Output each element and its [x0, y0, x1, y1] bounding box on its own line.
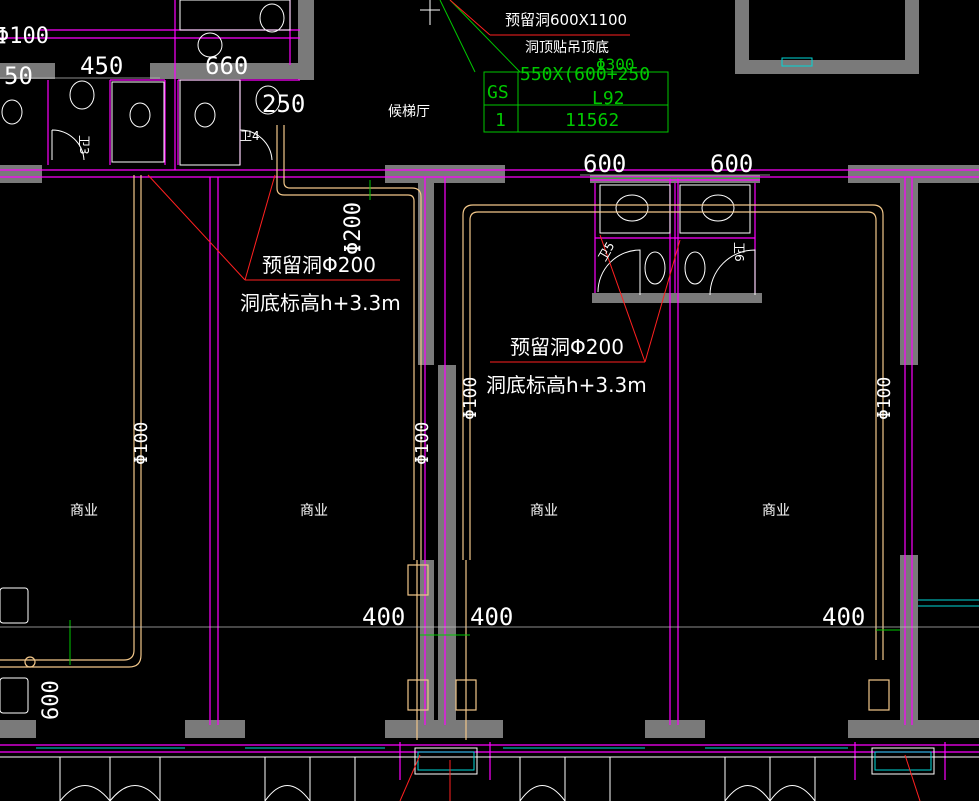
green-linework — [69, 0, 900, 665]
dim-400-a: 400 — [362, 603, 405, 631]
table-header-gs: GS — [487, 82, 509, 103]
note-reserved-hole-1: 预留洞Φ200 — [262, 253, 376, 277]
table-header-l92: L92 — [592, 88, 625, 109]
room-label-shop-1: 商业 — [70, 503, 98, 519]
dim-pipe-100-b: Φ100 — [412, 422, 433, 465]
room-label-toilet-5: 卫5 — [595, 239, 617, 263]
dim-600-right: 600 — [710, 150, 753, 178]
dim-660: 660 — [205, 52, 248, 80]
note-opening-top: 洞顶贴吊顶底 — [525, 40, 609, 56]
dim-pipe-200: Φ200 — [341, 202, 366, 255]
dim-top-left-pipe: Φ100 — [0, 24, 49, 49]
floor-plan-drawing: 商业 商业 商业 商业 候梯厅 卫3 卫4 卫5 卫6 Φ100 450 660… — [0, 0, 979, 801]
note-hole-elevation-1: 洞底标高h+3.3m — [240, 291, 401, 315]
dim-600-left: 600 — [583, 150, 626, 178]
note-hole-elevation-2: 洞底标高h+3.3m — [486, 373, 647, 397]
room-label-elevator-lobby: 候梯厅 — [388, 104, 430, 120]
storefront-doors — [0, 0, 979, 801]
room-label-shop-4: 商业 — [762, 503, 790, 519]
dim-400-c: 400 — [822, 603, 865, 631]
table-extra-dia: Φ300 — [596, 55, 635, 74]
room-label-toilet-4: 卫4 — [240, 129, 260, 143]
leader-lines — [147, 0, 921, 801]
room-label-shop-2: 商业 — [300, 503, 328, 519]
dim-pipe-100-a: Φ100 — [131, 422, 152, 465]
room-label-toilet-6: 卫6 — [732, 242, 746, 262]
note-opening-size: 预留洞600X1100 — [505, 11, 627, 29]
dim-50: 50 — [4, 62, 33, 90]
note-reserved-hole-2: 预留洞Φ200 — [510, 335, 624, 359]
dim-600-bottom-left: 600 — [39, 680, 64, 720]
room-label-shop-3: 商业 — [530, 503, 558, 519]
table-row-value: 11562 — [565, 110, 619, 131]
dim-pipe-100-d: Φ100 — [874, 377, 895, 420]
dim-400-b: 400 — [470, 603, 513, 631]
table-row-index: 1 — [495, 110, 506, 131]
room-label-toilet-3: 卫3 — [77, 135, 91, 155]
dim-250: 250 — [262, 90, 305, 118]
dim-450: 450 — [80, 52, 123, 80]
dimension-lines — [0, 77, 979, 628]
dim-pipe-100-c: Φ100 — [460, 377, 481, 420]
